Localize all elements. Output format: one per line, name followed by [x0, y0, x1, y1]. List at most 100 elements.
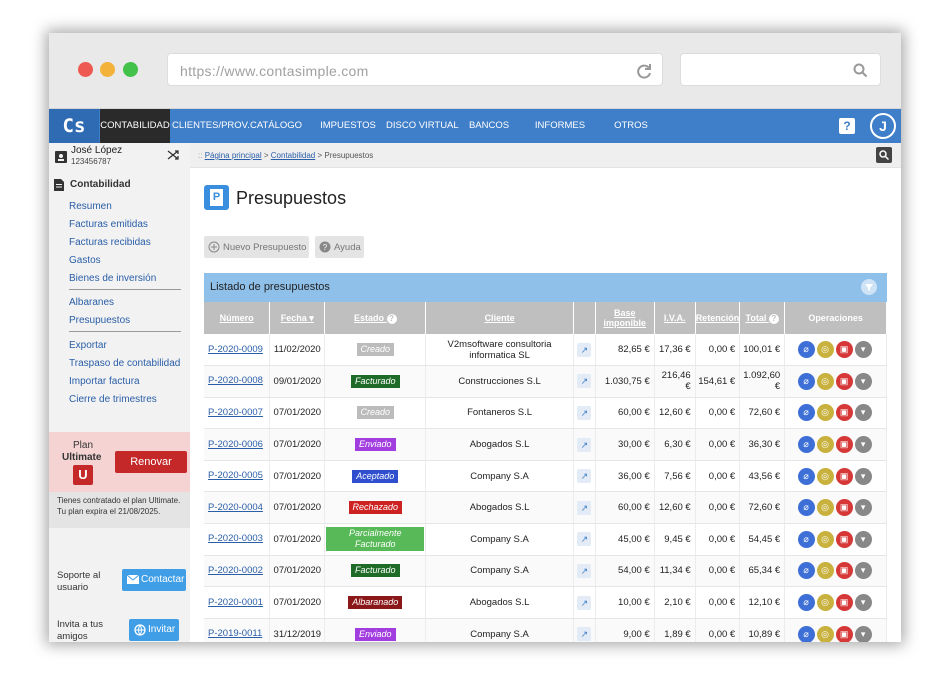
sidebar-item-gastos[interactable]: Gastos: [69, 255, 101, 266]
quote-number-link[interactable]: P-2020-0009: [204, 334, 271, 367]
attachment-icon[interactable]: ⌀: [797, 341, 815, 359]
dropdown-icon[interactable]: ▾: [854, 341, 872, 359]
nav-otros[interactable]: OTROS: [606, 109, 656, 143]
pdf-icon[interactable]: ▣: [835, 436, 853, 454]
attachment-icon[interactable]: ⌀: [797, 530, 815, 548]
pdf-icon[interactable]: ▣: [835, 530, 853, 548]
nav-clientes[interactable]: CLIENTES/PROV.: [172, 109, 250, 143]
col-fecha[interactable]: Fecha ▾: [269, 302, 326, 334]
quote-number-link[interactable]: P-2020-0002: [204, 555, 271, 588]
attachment-icon[interactable]: ⌀: [797, 625, 815, 642]
col-numero[interactable]: Número: [204, 302, 271, 334]
pdf-icon[interactable]: ▣: [835, 625, 853, 642]
coins-icon[interactable]: ◎: [816, 562, 834, 580]
col-base[interactable]: Base imponible: [595, 302, 655, 334]
chart-icon[interactable]: ↗: [577, 437, 592, 452]
chart-icon[interactable]: ↗: [577, 627, 592, 642]
coins-icon[interactable]: ◎: [816, 404, 834, 422]
dropdown-icon[interactable]: ▾: [854, 436, 872, 454]
coins-icon[interactable]: ◎: [816, 499, 834, 517]
sidebar-item-importar-factura[interactable]: Importar factura: [69, 376, 140, 387]
chart-icon[interactable]: ↗: [577, 532, 592, 547]
dropdown-icon[interactable]: ▾: [854, 625, 872, 642]
col-retencion[interactable]: Retención: [695, 302, 741, 334]
dropdown-icon[interactable]: ▾: [854, 594, 872, 612]
coins-icon[interactable]: ◎: [816, 530, 834, 548]
chart-icon[interactable]: ↗: [577, 595, 592, 610]
coins-icon[interactable]: ◎: [816, 436, 834, 454]
attachment-icon[interactable]: ⌀: [797, 467, 815, 485]
quote-number-link[interactable]: P-2020-0008: [204, 365, 271, 398]
col-iva[interactable]: I.V.A.: [654, 302, 696, 334]
sidebar-item-facturas-recibidas[interactable]: Facturas recibidas: [69, 237, 151, 248]
col-estado[interactable]: Estado ?: [324, 302, 427, 334]
coins-icon[interactable]: ◎: [816, 625, 834, 642]
nav-bancos[interactable]: BANCOS: [461, 109, 517, 143]
attachment-icon[interactable]: ⌀: [797, 436, 815, 454]
pdf-icon[interactable]: ▣: [835, 467, 853, 485]
avatar[interactable]: J: [870, 113, 896, 139]
pdf-icon[interactable]: ▣: [835, 341, 853, 359]
sidebar-item-facturas-emitidas[interactable]: Facturas emitidas: [69, 219, 148, 230]
dropdown-icon[interactable]: ▾: [854, 404, 872, 422]
minimize-dot[interactable]: [100, 62, 115, 77]
renew-button[interactable]: Renovar: [115, 451, 187, 473]
sidebar-item-resumen[interactable]: Resumen: [69, 201, 112, 212]
filter-icon[interactable]: [861, 279, 877, 295]
coins-icon[interactable]: ◎: [816, 594, 834, 612]
help-icon[interactable]: ?: [839, 118, 855, 134]
help-button[interactable]: ? Ayuda: [315, 236, 364, 258]
coins-icon[interactable]: ◎: [816, 372, 834, 390]
new-quote-button[interactable]: Nuevo Presupuesto: [204, 236, 309, 258]
browser-search-bar[interactable]: [680, 53, 881, 86]
dropdown-icon[interactable]: ▾: [854, 562, 872, 580]
search-button[interactable]: [876, 147, 892, 163]
chart-icon[interactable]: ↗: [577, 500, 592, 515]
attachment-icon[interactable]: ⌀: [797, 404, 815, 422]
pdf-icon[interactable]: ▣: [835, 499, 853, 517]
quote-number-link[interactable]: P-2020-0007: [204, 397, 271, 430]
attachment-icon[interactable]: ⌀: [797, 594, 815, 612]
dropdown-icon[interactable]: ▾: [854, 372, 872, 390]
nav-disco-virtual[interactable]: DISCO VIRTUAL: [386, 109, 459, 143]
pdf-icon[interactable]: ▣: [835, 594, 853, 612]
pdf-icon[interactable]: ▣: [835, 372, 853, 390]
sidebar-item-albaranes[interactable]: Albaranes: [69, 297, 114, 308]
app-logo[interactable]: Cs: [49, 109, 99, 143]
nav-impuestos[interactable]: IMPUESTOS: [317, 109, 379, 143]
chart-icon[interactable]: ↗: [577, 374, 592, 389]
quote-number-link[interactable]: P-2020-0005: [204, 460, 271, 493]
contact-button[interactable]: Contactar: [122, 569, 186, 591]
coins-icon[interactable]: ◎: [816, 341, 834, 359]
coins-icon[interactable]: ◎: [816, 467, 834, 485]
invite-button[interactable]: Invitar: [129, 619, 179, 641]
nav-informes[interactable]: INFORMES: [529, 109, 591, 143]
sidebar-item-traspaso[interactable]: Traspaso de contabilidad: [69, 358, 180, 369]
address-bar[interactable]: https://www.contasimple.com: [167, 53, 663, 86]
pdf-icon[interactable]: ▣: [835, 404, 853, 422]
close-dot[interactable]: [78, 62, 93, 77]
sidebar-item-bienes-inversion[interactable]: Bienes de inversión: [69, 273, 156, 284]
chart-icon[interactable]: ↗: [577, 405, 592, 420]
col-cliente[interactable]: Cliente: [425, 302, 574, 334]
col-total[interactable]: Total ?: [739, 302, 786, 334]
quote-number-link[interactable]: P-2020-0003: [204, 523, 271, 556]
quote-number-link[interactable]: P-2020-0006: [204, 428, 271, 461]
quote-number-link[interactable]: P-2019-0011: [204, 618, 271, 642]
reload-icon[interactable]: [636, 63, 652, 79]
dropdown-icon[interactable]: ▾: [854, 467, 872, 485]
attachment-icon[interactable]: ⌀: [797, 499, 815, 517]
chart-icon[interactable]: ↗: [577, 563, 592, 578]
dropdown-icon[interactable]: ▾: [854, 530, 872, 548]
sidebar-item-exportar[interactable]: Exportar: [69, 340, 107, 351]
quote-number-link[interactable]: P-2020-0001: [204, 586, 271, 619]
chart-icon[interactable]: ↗: [577, 469, 592, 484]
attachment-icon[interactable]: ⌀: [797, 562, 815, 580]
quote-number-link[interactable]: P-2020-0004: [204, 491, 271, 525]
chart-icon[interactable]: ↗: [577, 342, 592, 357]
sidebar-item-cierre-trimestres[interactable]: Cierre de trimestres: [69, 394, 157, 405]
attachment-icon[interactable]: ⌀: [797, 372, 815, 390]
breadcrumb-section[interactable]: Contabilidad: [271, 151, 315, 160]
nav-contabilidad[interactable]: CONTABILIDAD: [100, 109, 170, 143]
dropdown-icon[interactable]: ▾: [854, 499, 872, 517]
